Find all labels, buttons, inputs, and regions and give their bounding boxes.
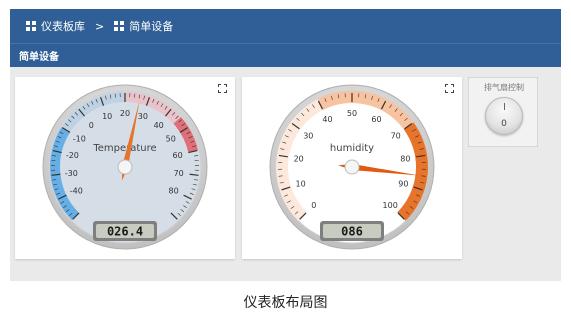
tick-label: 10 — [296, 180, 306, 189]
fullscreen-icon[interactable] — [218, 84, 227, 93]
breadcrumb-home[interactable]: 仪表板库 — [26, 18, 85, 34]
figure-caption: 仪表板布局图 — [243, 295, 328, 311]
tick-label: 0 — [89, 121, 94, 130]
temperature-gauge: -40 -30 -20 -100 10 20 30 4050 60 70 80 Temperature… — [42, 84, 208, 250]
fan-control-widget: 排气扇控制 0 — [468, 77, 538, 147]
dashboard-frame: 仪表板库 > 简单设备 简单设备 -40 -30 -20 -10 0 10 20 30 40 50… — [10, 9, 561, 281]
fan-knob-value: 0 — [501, 119, 507, 129]
needle-hub — [117, 159, 133, 175]
dashboard-grid-icon — [114, 21, 125, 31]
tick-label: 30 — [303, 131, 313, 140]
needle-hub — [344, 159, 360, 175]
dashboard-title-bar: 简单设备 — [10, 43, 561, 67]
breadcrumb-home-label: 仪表板库 — [41, 20, 85, 33]
knob-indicator — [504, 103, 505, 110]
humidity-gauge-panel: 0 10 20 30 40 50 60 70 80 90 100 humidity 086 — [242, 77, 462, 259]
tick-label: 80 — [169, 186, 179, 195]
lcd-value: 086 — [341, 225, 363, 239]
breadcrumb-current[interactable]: 简单设备 — [114, 18, 173, 34]
tick-label: -40 — [70, 186, 83, 195]
top-navigation-bar: 仪表板库 > 简单设备 — [10, 9, 561, 43]
breadcrumb-current-label: 简单设备 — [129, 20, 174, 33]
dashboard-title: 简单设备 — [19, 52, 59, 63]
tick-label: -10 — [73, 134, 86, 143]
tick-label: 0 — [311, 201, 316, 210]
fullscreen-icon[interactable] — [445, 84, 454, 93]
humidity-gauge: 0 10 20 30 40 50 60 70 80 90 100 humidity 086 — [269, 84, 435, 250]
tick-label: -20 — [66, 151, 79, 160]
tick-label: 40 — [154, 121, 164, 130]
breadcrumb-separator: > — [95, 19, 105, 33]
tick-label: 10 — [102, 112, 112, 121]
tick-label: 60 — [371, 115, 381, 124]
tick-label: 80 — [400, 155, 410, 164]
tick-label: 60 — [173, 151, 183, 160]
tick-label: 20 — [294, 155, 304, 164]
tick-label: 30 — [138, 112, 148, 121]
gauge-title: Temperature — [92, 143, 156, 154]
temperature-gauge-panel: -40 -30 -20 -10 0 10 20 30 40 50 60 70 80 Temperature… — [15, 77, 235, 259]
tick-label: 50 — [347, 109, 357, 118]
tick-label: 40 — [322, 115, 332, 124]
tick-label: 50 — [166, 134, 176, 143]
fan-knob[interactable]: 0 — [485, 97, 523, 135]
tick-label: -30 — [65, 169, 78, 178]
lcd-value: 026.4 — [107, 225, 143, 239]
tick-label: 70 — [174, 169, 184, 178]
fan-control-label: 排气扇控制 — [484, 83, 524, 92]
tick-label: 20 — [120, 109, 130, 118]
tick-label: 100 — [383, 201, 398, 210]
dashboard-grid-icon — [26, 21, 36, 31]
tick-label: 70 — [391, 131, 401, 140]
gauge-title: humidity — [330, 143, 374, 154]
tick-label: 90 — [398, 180, 408, 189]
